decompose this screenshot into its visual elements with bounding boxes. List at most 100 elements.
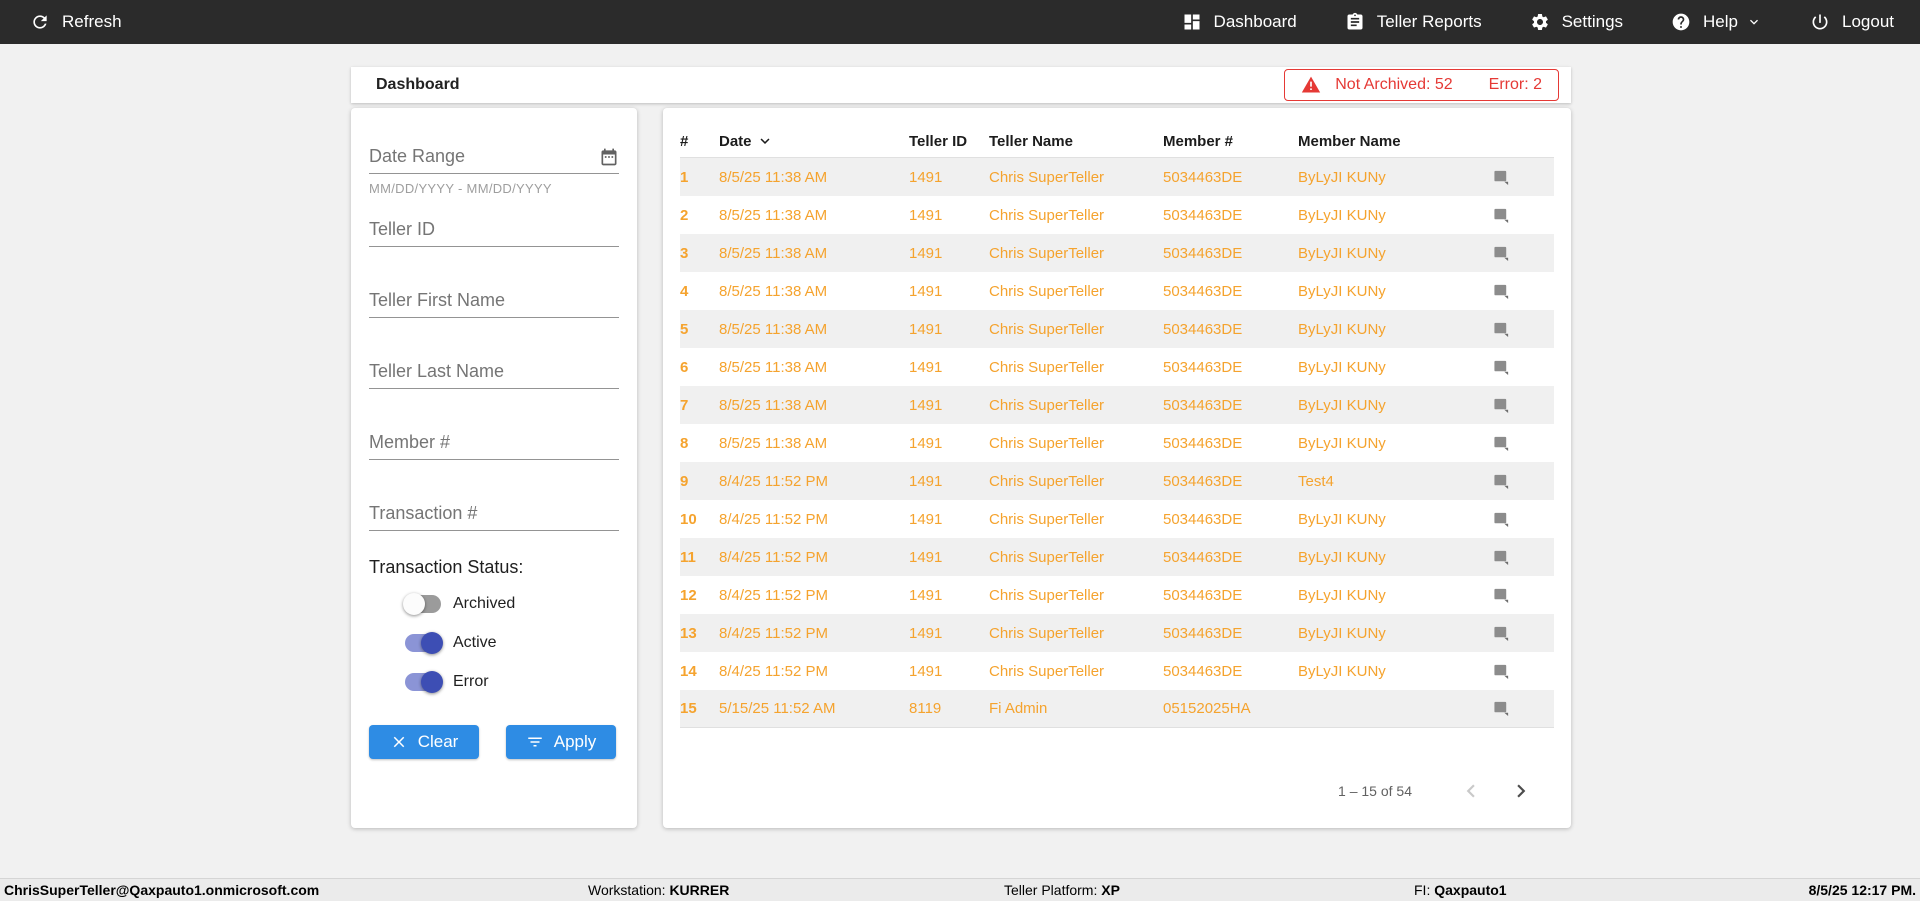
table-row[interactable]: 12 8/4/25 11:52 PM 1491 Chris SuperTeller 50… <box>680 576 1554 614</box>
results-table-card: # Date Teller ID Teller Name Member # Me… <box>663 108 1571 828</box>
row-member-name: ByLyJI KUNy <box>1298 206 1386 224</box>
refresh-icon <box>30 12 50 32</box>
row-index: 8 <box>680 434 689 452</box>
table-row[interactable]: 10 8/4/25 11:52 PM 1491 Chris SuperTeller 50… <box>680 500 1554 538</box>
row-member-name: ByLyJI KUNy <box>1298 586 1386 604</box>
apply-button[interactable]: Apply <box>506 725 616 759</box>
row-teller-name: Chris SuperTeller <box>989 244 1105 262</box>
column-header-index[interactable]: # <box>680 133 719 150</box>
nav-item-settings[interactable]: Settings <box>1530 12 1623 32</box>
column-header-teller-id[interactable]: Teller ID <box>909 133 989 150</box>
row-date: 8/5/25 11:38 AM <box>719 320 828 338</box>
row-teller-name: Chris SuperTeller <box>989 320 1105 338</box>
column-header-member-number[interactable]: Member # <box>1163 133 1298 150</box>
row-member-number: 5034463DE <box>1163 244 1243 262</box>
row-date: 8/5/25 11:38 AM <box>719 396 828 414</box>
row-index: 14 <box>680 662 697 680</box>
page-title: Dashboard <box>376 76 460 93</box>
note-icon[interactable] <box>1491 511 1554 528</box>
table-row[interactable]: 2 8/5/25 11:38 AM 1491 Chris SuperTeller 503… <box>680 196 1554 234</box>
note-icon[interactable] <box>1491 663 1554 680</box>
error-toggle[interactable] <box>403 671 443 693</box>
row-member-name: Test4 <box>1298 472 1334 490</box>
row-teller-id: 1491 <box>909 358 943 376</box>
table-row[interactable]: 1 8/5/25 11:38 AM 1491 Chris SuperTeller 503… <box>680 158 1554 196</box>
table-row[interactable]: 6 8/5/25 11:38 AM 1491 Chris SuperTeller 503… <box>680 348 1554 386</box>
warning-triangle-icon <box>1301 75 1321 95</box>
archived-toggle[interactable] <box>403 593 443 615</box>
clear-button[interactable]: Clear <box>369 725 479 759</box>
note-icon[interactable] <box>1491 435 1554 452</box>
table-row[interactable]: 14 8/4/25 11:52 PM 1491 Chris SuperTeller 50… <box>680 652 1554 690</box>
table-row[interactable]: 7 8/5/25 11:38 AM 1491 Chris SuperTeller 503… <box>680 386 1554 424</box>
table-row[interactable]: 5 8/5/25 11:38 AM 1491 Chris SuperTeller 503… <box>680 310 1554 348</box>
row-teller-id: 1491 <box>909 662 943 680</box>
row-teller-id: 8119 <box>909 700 942 717</box>
teller-first-name-field[interactable]: Teller First Name <box>369 290 619 318</box>
nav-item-teller-reports[interactable]: Teller Reports <box>1345 12 1482 32</box>
column-header-teller-name[interactable]: Teller Name <box>989 133 1163 150</box>
note-icon[interactable] <box>1491 700 1554 717</box>
note-icon[interactable] <box>1491 587 1554 604</box>
toggle-row-error: Error <box>403 669 619 695</box>
note-icon[interactable] <box>1491 549 1554 566</box>
date-range-field[interactable]: Date Range <box>369 146 619 174</box>
previous-page-button[interactable] <box>1458 778 1484 804</box>
teller-id-field[interactable]: Teller ID <box>369 219 619 247</box>
platform-info: Teller Platform: XP <box>1004 879 1120 901</box>
platform-value: XP <box>1101 882 1120 898</box>
nav-item-dashboard[interactable]: Dashboard <box>1182 12 1297 32</box>
table-row[interactable]: 3 8/5/25 11:38 AM 1491 Chris SuperTeller 503… <box>680 234 1554 272</box>
status-bar: ChrisSuperTeller@Qaxpauto1.onmicrosoft.c… <box>0 878 1920 901</box>
note-icon[interactable] <box>1491 359 1554 376</box>
table-row[interactable]: 11 8/4/25 11:52 PM 1491 Chris SuperTeller 50… <box>680 538 1554 576</box>
table-row[interactable]: 13 8/4/25 11:52 PM 1491 Chris SuperTeller 50… <box>680 614 1554 652</box>
note-icon[interactable] <box>1491 397 1554 414</box>
nav-label: Dashboard <box>1213 12 1297 31</box>
note-icon[interactable] <box>1491 207 1554 224</box>
row-member-name: ByLyJI KUNy <box>1298 662 1386 680</box>
clear-button-label: Clear <box>417 732 459 751</box>
error-alert: Not Archived: 52 Error: 2 <box>1284 69 1559 101</box>
row-member-number: 5034463DE <box>1163 662 1243 680</box>
row-index: 15 <box>680 700 697 717</box>
nav-item-help[interactable]: Help <box>1671 12 1762 32</box>
logged-in-user: ChrisSuperTeller@Qaxpauto1.onmicrosoft.c… <box>4 882 320 898</box>
refresh-button[interactable]: Refresh <box>30 12 122 32</box>
fi-value: Qaxpauto1 <box>1434 882 1507 898</box>
column-header-member-name[interactable]: Member Name <box>1298 133 1491 150</box>
calendar-icon[interactable] <box>599 147 619 167</box>
table-row[interactable]: 8 8/5/25 11:38 AM 1491 Chris SuperTeller 503… <box>680 424 1554 462</box>
row-teller-name: Fi Admin <box>989 700 1048 717</box>
workstation-value: KURRER <box>669 882 730 898</box>
row-member-number: 5034463DE <box>1163 586 1243 604</box>
active-toggle[interactable] <box>403 632 443 654</box>
table-row[interactable]: 4 8/5/25 11:38 AM 1491 Chris SuperTeller 503… <box>680 272 1554 310</box>
row-date: 8/4/25 11:52 PM <box>719 510 828 528</box>
note-icon[interactable] <box>1491 321 1554 338</box>
row-teller-name: Chris SuperTeller <box>989 548 1105 566</box>
row-index: 12 <box>680 586 697 604</box>
note-icon[interactable] <box>1491 245 1554 262</box>
alert-error-count: Error: 2 <box>1488 76 1542 93</box>
note-icon[interactable] <box>1491 473 1554 490</box>
teller-last-name-field[interactable]: Teller Last Name <box>369 361 619 389</box>
row-index: 4 <box>680 282 689 300</box>
row-teller-name: Chris SuperTeller <box>989 510 1105 528</box>
row-member-name: ByLyJI KUNy <box>1298 548 1386 566</box>
column-header-date[interactable]: Date <box>719 132 909 150</box>
note-icon[interactable] <box>1491 625 1554 642</box>
row-teller-id: 1491 <box>909 510 943 528</box>
transaction-number-field[interactable]: Transaction # <box>369 503 619 531</box>
row-teller-id: 1491 <box>909 548 943 566</box>
table-row[interactable]: 15 5/15/25 11:52 AM 8119 Fi Admin 05152025HA <box>680 690 1554 728</box>
member-number-field[interactable]: Member # <box>369 432 619 460</box>
note-icon[interactable] <box>1491 169 1554 186</box>
table-row[interactable]: 9 8/4/25 11:52 PM 1491 Chris SuperTeller 503… <box>680 462 1554 500</box>
top-nav: Refresh Dashboard Teller Reports Setting… <box>0 0 1920 44</box>
note-icon[interactable] <box>1491 283 1554 300</box>
row-member-name: ByLyJI KUNy <box>1298 168 1386 186</box>
date-range-label: Date Range <box>369 146 466 166</box>
next-page-button[interactable] <box>1508 778 1534 804</box>
nav-item-logout[interactable]: Logout <box>1810 12 1894 32</box>
